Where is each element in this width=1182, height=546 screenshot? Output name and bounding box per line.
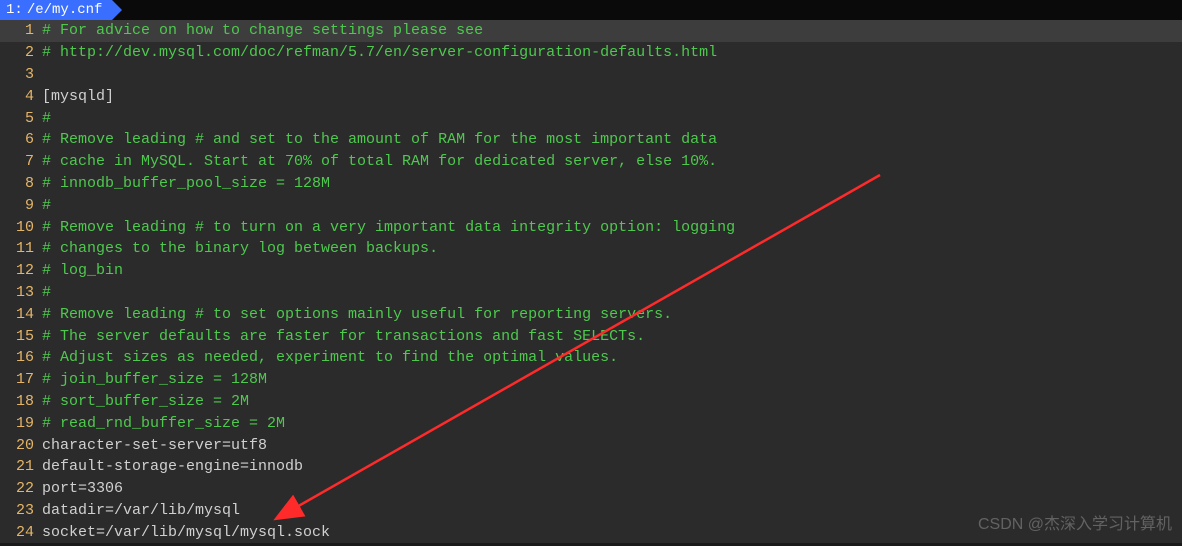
code-line[interactable]: 14# Remove leading # to set options main… bbox=[0, 303, 1182, 325]
code-text: [mysqld] bbox=[42, 88, 1182, 105]
code-text: # The server defaults are faster for tra… bbox=[42, 328, 1182, 345]
code-line[interactable]: 3 bbox=[0, 64, 1182, 86]
code-text: socket=/var/lib/mysql/mysql.sock bbox=[42, 524, 1182, 541]
code-text: # For advice on how to change settings p… bbox=[42, 22, 1182, 39]
code-text: # cache in MySQL. Start at 70% of total … bbox=[42, 153, 1182, 170]
code-line[interactable]: 22port=3306 bbox=[0, 478, 1182, 500]
line-number: 16 bbox=[0, 349, 42, 366]
code-text: # sort_buffer_size = 2M bbox=[42, 393, 1182, 410]
code-text: # innodb_buffer_pool_size = 128M bbox=[42, 175, 1182, 192]
line-number: 15 bbox=[0, 328, 42, 345]
code-line[interactable]: 23datadir=/var/lib/mysql bbox=[0, 500, 1182, 522]
code-text: # http://dev.mysql.com/doc/refman/5.7/en… bbox=[42, 44, 1182, 61]
code-line[interactable]: 12# log_bin bbox=[0, 260, 1182, 282]
code-line[interactable]: 19# read_rnd_buffer_size = 2M bbox=[0, 412, 1182, 434]
code-text: # read_rnd_buffer_size = 2M bbox=[42, 415, 1182, 432]
code-line[interactable]: 17# join_buffer_size = 128M bbox=[0, 369, 1182, 391]
code-line[interactable]: 21default-storage-engine=innodb bbox=[0, 456, 1182, 478]
code-line[interactable]: 15# The server defaults are faster for t… bbox=[0, 325, 1182, 347]
code-text: port=3306 bbox=[42, 480, 1182, 497]
tab-number: 1: bbox=[6, 2, 23, 18]
code-text: # join_buffer_size = 128M bbox=[42, 371, 1182, 388]
code-text: # bbox=[42, 197, 1182, 214]
code-text: default-storage-engine=innodb bbox=[42, 458, 1182, 475]
line-number: 10 bbox=[0, 219, 42, 236]
code-text: # log_bin bbox=[42, 262, 1182, 279]
line-number: 7 bbox=[0, 153, 42, 170]
line-number: 24 bbox=[0, 524, 42, 541]
line-number: 6 bbox=[0, 131, 42, 148]
code-line[interactable]: 24socket=/var/lib/mysql/mysql.sock bbox=[0, 521, 1182, 543]
code-line[interactable]: 5# bbox=[0, 107, 1182, 129]
code-line[interactable]: 18# sort_buffer_size = 2M bbox=[0, 391, 1182, 413]
code-line[interactable]: 4[mysqld] bbox=[0, 85, 1182, 107]
tab-bar: 1: /e/my.cnf bbox=[0, 0, 1182, 20]
line-number: 4 bbox=[0, 88, 42, 105]
line-number: 2 bbox=[0, 44, 42, 61]
line-number: 5 bbox=[0, 110, 42, 127]
code-line[interactable]: 9# bbox=[0, 194, 1182, 216]
code-line[interactable]: 2# http://dev.mysql.com/doc/refman/5.7/e… bbox=[0, 42, 1182, 64]
code-line[interactable]: 16# Adjust sizes as needed, experiment t… bbox=[0, 347, 1182, 369]
tab-file-path: /e/my.cnf bbox=[27, 2, 103, 18]
code-line[interactable]: 13# bbox=[0, 282, 1182, 304]
line-number: 20 bbox=[0, 437, 42, 454]
line-number: 23 bbox=[0, 502, 42, 519]
line-number: 11 bbox=[0, 240, 42, 257]
line-number: 22 bbox=[0, 480, 42, 497]
code-line[interactable]: 11# changes to the binary log between ba… bbox=[0, 238, 1182, 260]
code-text: # bbox=[42, 284, 1182, 301]
code-line[interactable]: 1# For advice on how to change settings … bbox=[0, 20, 1182, 42]
code-line[interactable]: 8# innodb_buffer_pool_size = 128M bbox=[0, 173, 1182, 195]
line-number: 9 bbox=[0, 197, 42, 214]
code-text: # Remove leading # and set to the amount… bbox=[42, 131, 1182, 148]
code-line[interactable]: 6# Remove leading # and set to the amoun… bbox=[0, 129, 1182, 151]
code-text: # Adjust sizes as needed, experiment to … bbox=[42, 349, 1182, 366]
line-number: 13 bbox=[0, 284, 42, 301]
code-text: # changes to the binary log between back… bbox=[42, 240, 1182, 257]
code-text: # Remove leading # to set options mainly… bbox=[42, 306, 1182, 323]
line-number: 12 bbox=[0, 262, 42, 279]
line-number: 18 bbox=[0, 393, 42, 410]
line-number: 14 bbox=[0, 306, 42, 323]
line-number: 3 bbox=[0, 66, 42, 83]
code-text: # Remove leading # to turn on a very imp… bbox=[42, 219, 1182, 236]
code-line[interactable]: 10# Remove leading # to turn on a very i… bbox=[0, 216, 1182, 238]
file-tab[interactable]: 1: /e/my.cnf bbox=[0, 0, 112, 20]
code-text: # bbox=[42, 110, 1182, 127]
editor-area[interactable]: 1# For advice on how to change settings … bbox=[0, 20, 1182, 543]
code-line[interactable]: 7# cache in MySQL. Start at 70% of total… bbox=[0, 151, 1182, 173]
line-number: 8 bbox=[0, 175, 42, 192]
line-number: 21 bbox=[0, 458, 42, 475]
line-number: 1 bbox=[0, 22, 42, 39]
line-number: 19 bbox=[0, 415, 42, 432]
line-number: 17 bbox=[0, 371, 42, 388]
code-line[interactable]: 20character-set-server=utf8 bbox=[0, 434, 1182, 456]
code-text: character-set-server=utf8 bbox=[42, 437, 1182, 454]
code-text: datadir=/var/lib/mysql bbox=[42, 502, 1182, 519]
